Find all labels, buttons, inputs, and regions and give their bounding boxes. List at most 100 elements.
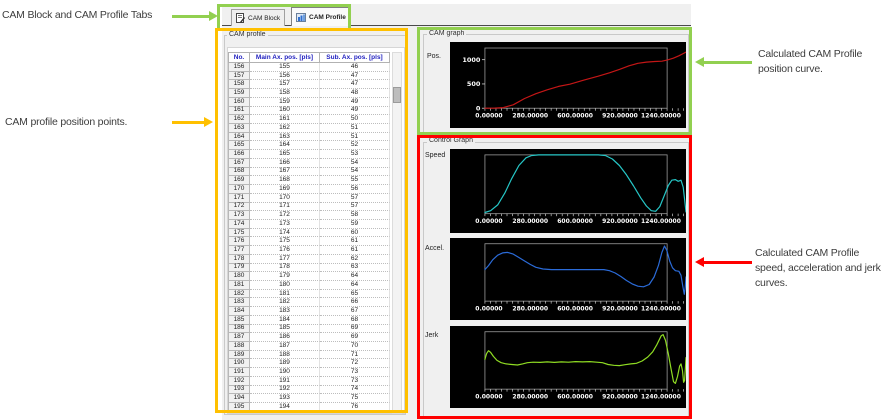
cell-sub-ax[interactable]: 68 xyxy=(320,316,390,325)
cell-no[interactable]: 166 xyxy=(228,150,250,159)
cell-no[interactable]: 160 xyxy=(228,98,250,107)
cell-no[interactable]: 171 xyxy=(228,194,250,203)
cell-no[interactable]: 181 xyxy=(228,281,250,290)
cell-no[interactable]: 164 xyxy=(228,133,250,142)
table-row[interactable]: 187 186 69 xyxy=(228,333,390,342)
table-row[interactable]: 164 163 51 xyxy=(228,133,390,142)
table-row[interactable]: 171 170 57 xyxy=(228,194,390,203)
cell-sub-ax[interactable]: 70 xyxy=(320,342,390,351)
table-row[interactable]: 190 189 72 xyxy=(228,359,390,369)
table-row[interactable]: 160 159 49 xyxy=(228,98,390,107)
table-row[interactable]: 163 162 51 xyxy=(228,124,390,133)
cell-sub-ax[interactable]: 61 xyxy=(320,237,390,247)
cell-main-ax[interactable]: 194 xyxy=(250,403,320,412)
cell-no[interactable]: 173 xyxy=(228,211,250,220)
cell-main-ax[interactable]: 186 xyxy=(250,333,320,342)
cell-no[interactable]: 157 xyxy=(228,72,250,81)
column-header-main-ax[interactable]: Main Ax. pos. [pls] xyxy=(250,52,320,63)
cell-no[interactable]: 183 xyxy=(228,298,250,308)
table-row[interactable]: 191 190 73 xyxy=(228,368,390,377)
table-scrollbar[interactable] xyxy=(392,52,402,414)
tab-cam-profile[interactable]: CAM Profile xyxy=(291,7,351,26)
table-scrollbar-thumb[interactable] xyxy=(393,87,401,103)
cell-main-ax[interactable]: 185 xyxy=(250,324,320,334)
cell-sub-ax[interactable]: 73 xyxy=(320,368,390,377)
cell-sub-ax[interactable]: 49 xyxy=(320,98,390,107)
table-row[interactable]: 166 165 53 xyxy=(228,150,390,159)
table-row[interactable]: 169 168 55 xyxy=(228,176,390,186)
table-row[interactable]: 185 184 68 xyxy=(228,316,390,325)
table-row[interactable]: 189 188 71 xyxy=(228,351,390,360)
cell-main-ax[interactable]: 174 xyxy=(250,229,320,238)
cell-main-ax[interactable]: 183 xyxy=(250,307,320,316)
cell-sub-ax[interactable]: 51 xyxy=(320,124,390,133)
cell-sub-ax[interactable]: 66 xyxy=(320,298,390,308)
cell-main-ax[interactable]: 193 xyxy=(250,394,320,404)
cell-main-ax[interactable]: 165 xyxy=(250,150,320,159)
table-row[interactable]: 173 172 58 xyxy=(228,211,390,220)
cell-main-ax[interactable]: 164 xyxy=(250,141,320,151)
table-row[interactable]: 168 167 54 xyxy=(228,167,390,177)
table-row[interactable]: 162 161 50 xyxy=(228,115,390,125)
cell-sub-ax[interactable]: 54 xyxy=(320,167,390,177)
cell-main-ax[interactable]: 179 xyxy=(250,272,320,281)
cell-sub-ax[interactable]: 55 xyxy=(320,176,390,186)
table-row[interactable]: 165 164 52 xyxy=(228,141,390,151)
cell-main-ax[interactable]: 172 xyxy=(250,211,320,220)
cell-sub-ax[interactable]: 50 xyxy=(320,115,390,125)
table-row[interactable]: 186 185 69 xyxy=(228,324,390,334)
table-row[interactable]: 179 178 63 xyxy=(228,263,390,273)
cell-main-ax[interactable]: 190 xyxy=(250,368,320,377)
cell-no[interactable]: 192 xyxy=(228,377,250,386)
cell-no[interactable]: 174 xyxy=(228,220,250,229)
cell-no[interactable]: 172 xyxy=(228,202,250,212)
cell-no[interactable]: 190 xyxy=(228,359,250,369)
cell-main-ax[interactable]: 162 xyxy=(250,124,320,133)
cell-sub-ax[interactable]: 53 xyxy=(320,150,390,159)
cell-sub-ax[interactable]: 54 xyxy=(320,159,390,168)
table-row[interactable]: 161 160 49 xyxy=(228,106,390,116)
cell-sub-ax[interactable]: 47 xyxy=(320,80,390,90)
cell-main-ax[interactable]: 163 xyxy=(250,133,320,142)
table-row[interactable]: 184 183 67 xyxy=(228,307,390,316)
cell-main-ax[interactable]: 177 xyxy=(250,255,320,264)
table-row[interactable]: 175 174 60 xyxy=(228,229,390,238)
table-row[interactable]: 170 169 56 xyxy=(228,185,390,194)
cell-main-ax[interactable]: 189 xyxy=(250,359,320,369)
cell-sub-ax[interactable]: 67 xyxy=(320,307,390,316)
cell-main-ax[interactable]: 178 xyxy=(250,263,320,273)
table-row[interactable]: 174 173 59 xyxy=(228,220,390,229)
cell-main-ax[interactable]: 181 xyxy=(250,290,320,299)
cell-sub-ax[interactable]: 61 xyxy=(320,246,390,255)
cell-no[interactable]: 165 xyxy=(228,141,250,151)
cell-sub-ax[interactable]: 56 xyxy=(320,185,390,194)
cell-main-ax[interactable]: 192 xyxy=(250,385,320,395)
cell-no[interactable]: 178 xyxy=(228,255,250,264)
table-row[interactable]: 192 191 73 xyxy=(228,377,390,386)
cell-sub-ax[interactable]: 65 xyxy=(320,290,390,299)
cell-no[interactable]: 189 xyxy=(228,351,250,360)
table-row[interactable]: 181 180 64 xyxy=(228,281,390,290)
cell-no[interactable]: 158 xyxy=(228,80,250,90)
cell-no[interactable]: 177 xyxy=(228,246,250,255)
cell-main-ax[interactable]: 159 xyxy=(250,98,320,107)
table-row[interactable]: 188 187 70 xyxy=(228,342,390,351)
cell-main-ax[interactable]: 171 xyxy=(250,202,320,212)
cell-sub-ax[interactable]: 75 xyxy=(320,394,390,404)
cell-no[interactable]: 185 xyxy=(228,316,250,325)
cell-main-ax[interactable]: 161 xyxy=(250,115,320,125)
cell-no[interactable]: 187 xyxy=(228,333,250,342)
cell-main-ax[interactable]: 175 xyxy=(250,237,320,247)
cell-sub-ax[interactable]: 69 xyxy=(320,333,390,342)
cell-no[interactable]: 182 xyxy=(228,290,250,299)
table-row[interactable]: 195 194 76 xyxy=(228,403,390,412)
table-row[interactable]: 178 177 62 xyxy=(228,255,390,264)
cell-no[interactable]: 159 xyxy=(228,89,250,98)
cell-main-ax[interactable]: 155 xyxy=(250,63,320,72)
table-row[interactable]: 177 176 61 xyxy=(228,246,390,255)
cell-no[interactable]: 184 xyxy=(228,307,250,316)
column-header-sub-ax[interactable]: Sub. Ax. pos. [pls] xyxy=(320,52,390,63)
cell-no[interactable]: 194 xyxy=(228,394,250,404)
cell-sub-ax[interactable]: 76 xyxy=(320,403,390,412)
cell-sub-ax[interactable]: 51 xyxy=(320,133,390,142)
